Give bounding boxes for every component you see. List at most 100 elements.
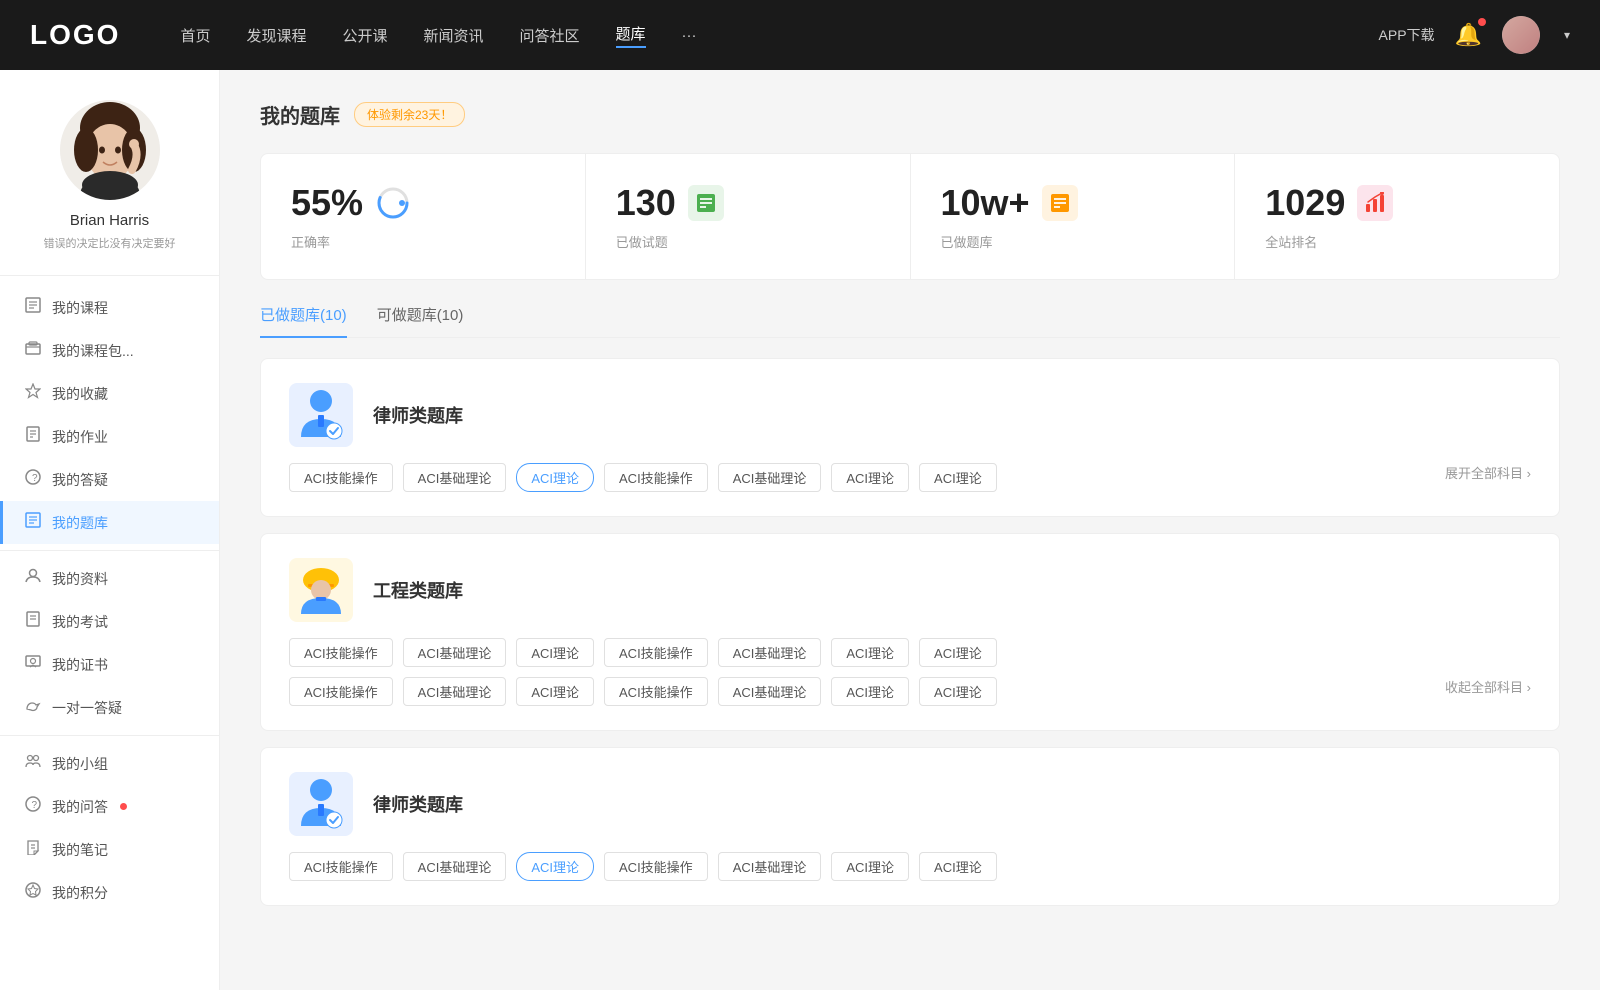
tag-3-3[interactable]: ACI理论 [516, 852, 594, 881]
tag-2-8[interactable]: ACI技能操作 [289, 677, 393, 706]
sidebar-item-homework[interactable]: 我的作业 [0, 415, 219, 458]
stat-done-questions: 130 已做试题 [586, 154, 911, 279]
tag-2-5[interactable]: ACI基础理论 [718, 638, 822, 667]
tag-1-1[interactable]: ACI技能操作 [289, 463, 393, 492]
notification-bell-icon[interactable]: 🔔 [1455, 22, 1482, 48]
tag-2-13[interactable]: ACI理论 [831, 677, 909, 706]
stat-accuracy-top: 55% [291, 182, 411, 224]
nav-open-course[interactable]: 公开课 [342, 25, 387, 46]
question-red-dot [120, 803, 127, 810]
sidebar-item-qa[interactable]: ? 我的答疑 [0, 458, 219, 501]
homework-icon [24, 426, 42, 447]
tag-3-4[interactable]: ACI技能操作 [604, 852, 708, 881]
exam-icon [24, 611, 42, 632]
tag-1-3[interactable]: ACI理论 [516, 463, 594, 492]
courses-icon [24, 297, 42, 318]
logo[interactable]: LOGO [30, 19, 120, 51]
nav-home[interactable]: 首页 [180, 25, 210, 46]
stats-row: 55% 正确率 130 [260, 153, 1560, 280]
tag-2-7[interactable]: ACI理论 [919, 638, 997, 667]
sidebar-item-profile[interactable]: 我的资料 [0, 557, 219, 600]
sidebar-item-course-package[interactable]: 我的课程包... [0, 329, 219, 372]
qbank-lawyer-icon-2 [289, 772, 353, 836]
tag-2-4[interactable]: ACI技能操作 [604, 638, 708, 667]
sidebar-item-my-questions[interactable]: ? 我的问答 [0, 785, 219, 828]
qbank-tags-row1-engineer: ACI技能操作 ACI基础理论 ACI理论 ACI技能操作 ACI基础理论 AC… [289, 638, 1531, 667]
qbank-card-engineer: 工程类题库 ACI技能操作 ACI基础理论 ACI理论 ACI技能操作 ACI基… [260, 533, 1560, 731]
qbank-icon [24, 512, 42, 533]
sidebar-divider-1 [0, 550, 219, 551]
sidebar-label-homework: 我的作业 [52, 427, 108, 447]
main-layout: Brian Harris 错误的决定比没有决定要好 我的课程 我的课程包... [0, 70, 1600, 990]
sidebar-label-qa: 我的答疑 [52, 470, 108, 490]
collapse-link-engineer[interactable]: 收起全部科目 › [1445, 677, 1531, 696]
nav-more[interactable]: ··· [682, 27, 697, 44]
tag-1-7[interactable]: ACI理论 [919, 463, 997, 492]
navbar-right: APP下载 🔔 ▾ [1379, 16, 1570, 54]
tag-2-11[interactable]: ACI技能操作 [604, 677, 708, 706]
sidebar-label-certificate: 我的证书 [52, 655, 108, 675]
qbank-title-lawyer-1: 律师类题库 [373, 402, 463, 428]
accuracy-progress-icon [375, 185, 411, 221]
sidebar-item-certificate[interactable]: 我的证书 [0, 643, 219, 686]
sidebar-item-favorites[interactable]: 我的收藏 [0, 372, 219, 415]
qbank-title-lawyer-2: 律师类题库 [373, 791, 463, 817]
stat-accuracy-label: 正确率 [291, 232, 330, 251]
tag-2-9[interactable]: ACI基础理论 [403, 677, 507, 706]
qbank-card-lawyer-2: 律师类题库 ACI技能操作 ACI基础理论 ACI理论 ACI技能操作 ACI基… [260, 747, 1560, 906]
sidebar-item-my-notes[interactable]: 我的笔记 [0, 828, 219, 871]
stat-rank: 1029 全站排名 [1235, 154, 1559, 279]
sidebar-label-course-package: 我的课程包... [52, 341, 134, 361]
tag-1-6[interactable]: ACI理论 [831, 463, 909, 492]
nav-news[interactable]: 新闻资讯 [424, 25, 484, 46]
stat-done-label: 已做试题 [616, 232, 668, 251]
profile-icon [24, 568, 42, 589]
sidebar-label-my-notes: 我的笔记 [52, 840, 108, 860]
user-dropdown-arrow-icon[interactable]: ▾ [1564, 28, 1570, 42]
avatar[interactable] [1502, 16, 1540, 54]
tag-1-5[interactable]: ACI基础理论 [718, 463, 822, 492]
tag-3-2[interactable]: ACI基础理论 [403, 852, 507, 881]
sidebar-item-one-on-one[interactable]: 一对一答疑 [0, 686, 219, 729]
tag-2-3[interactable]: ACI理论 [516, 638, 594, 667]
qbank-tags-row2: ACI技能操作 ACI基础理论 ACI理论 ACI技能操作 ACI基础理论 AC… [289, 677, 1435, 706]
sidebar-divider-2 [0, 735, 219, 736]
sidebar-item-my-qbank[interactable]: 我的题库 [0, 501, 219, 544]
sidebar-item-my-courses[interactable]: 我的课程 [0, 286, 219, 329]
tag-3-6[interactable]: ACI理论 [831, 852, 909, 881]
qbank-card-header-1: 律师类题库 [289, 383, 1531, 447]
notes-icon [24, 839, 42, 860]
expand-link-1[interactable]: 展开全部科目 › [1445, 463, 1531, 482]
nav-qbank[interactable]: 题库 [616, 23, 646, 48]
tag-3-5[interactable]: ACI基础理论 [718, 852, 822, 881]
questions-icon: ? [24, 796, 42, 817]
tag-3-1[interactable]: ACI技能操作 [289, 852, 393, 881]
tab-done-banks[interactable]: 已做题库(10) [260, 304, 347, 337]
tag-1-4[interactable]: ACI技能操作 [604, 463, 708, 492]
qbank-card-header-3: 律师类题库 [289, 772, 1531, 836]
tag-2-1[interactable]: ACI技能操作 [289, 638, 393, 667]
stat-rank-value: 1029 [1265, 182, 1345, 224]
sidebar-label-favorites: 我的收藏 [52, 384, 108, 404]
tag-2-12[interactable]: ACI基础理论 [718, 677, 822, 706]
tag-1-2[interactable]: ACI基础理论 [403, 463, 507, 492]
tag-2-10[interactable]: ACI理论 [516, 677, 594, 706]
tag-2-2[interactable]: ACI基础理论 [403, 638, 507, 667]
qbank-tags-section-3: ACI技能操作 ACI基础理论 ACI理论 ACI技能操作 ACI基础理论 AC… [289, 852, 1531, 881]
sidebar-item-exam[interactable]: 我的考试 [0, 600, 219, 643]
profile-avatar[interactable] [60, 100, 160, 200]
tag-2-14[interactable]: ACI理论 [919, 677, 997, 706]
tag-2-6[interactable]: ACI理论 [831, 638, 909, 667]
app-download-button[interactable]: APP下载 [1379, 25, 1435, 45]
nav-discover[interactable]: 发现课程 [246, 25, 306, 46]
tag-3-7[interactable]: ACI理论 [919, 852, 997, 881]
qbank-engineer-icon [289, 558, 353, 622]
tab-available-banks[interactable]: 可做题库(10) [377, 304, 464, 337]
nav-qa[interactable]: 问答社区 [520, 25, 580, 46]
sidebar-label-my-questions: 我的问答 [52, 797, 108, 817]
qbank-tags-3: ACI技能操作 ACI基础理论 ACI理论 ACI技能操作 ACI基础理论 AC… [289, 852, 1531, 881]
sidebar-item-my-points[interactable]: 我的积分 [0, 871, 219, 914]
nav-menu: 首页 发现课程 公开课 新闻资讯 问答社区 题库 ··· [180, 23, 1378, 48]
sidebar-item-my-group[interactable]: 我的小组 [0, 742, 219, 785]
sidebar-label-profile: 我的资料 [52, 569, 108, 589]
